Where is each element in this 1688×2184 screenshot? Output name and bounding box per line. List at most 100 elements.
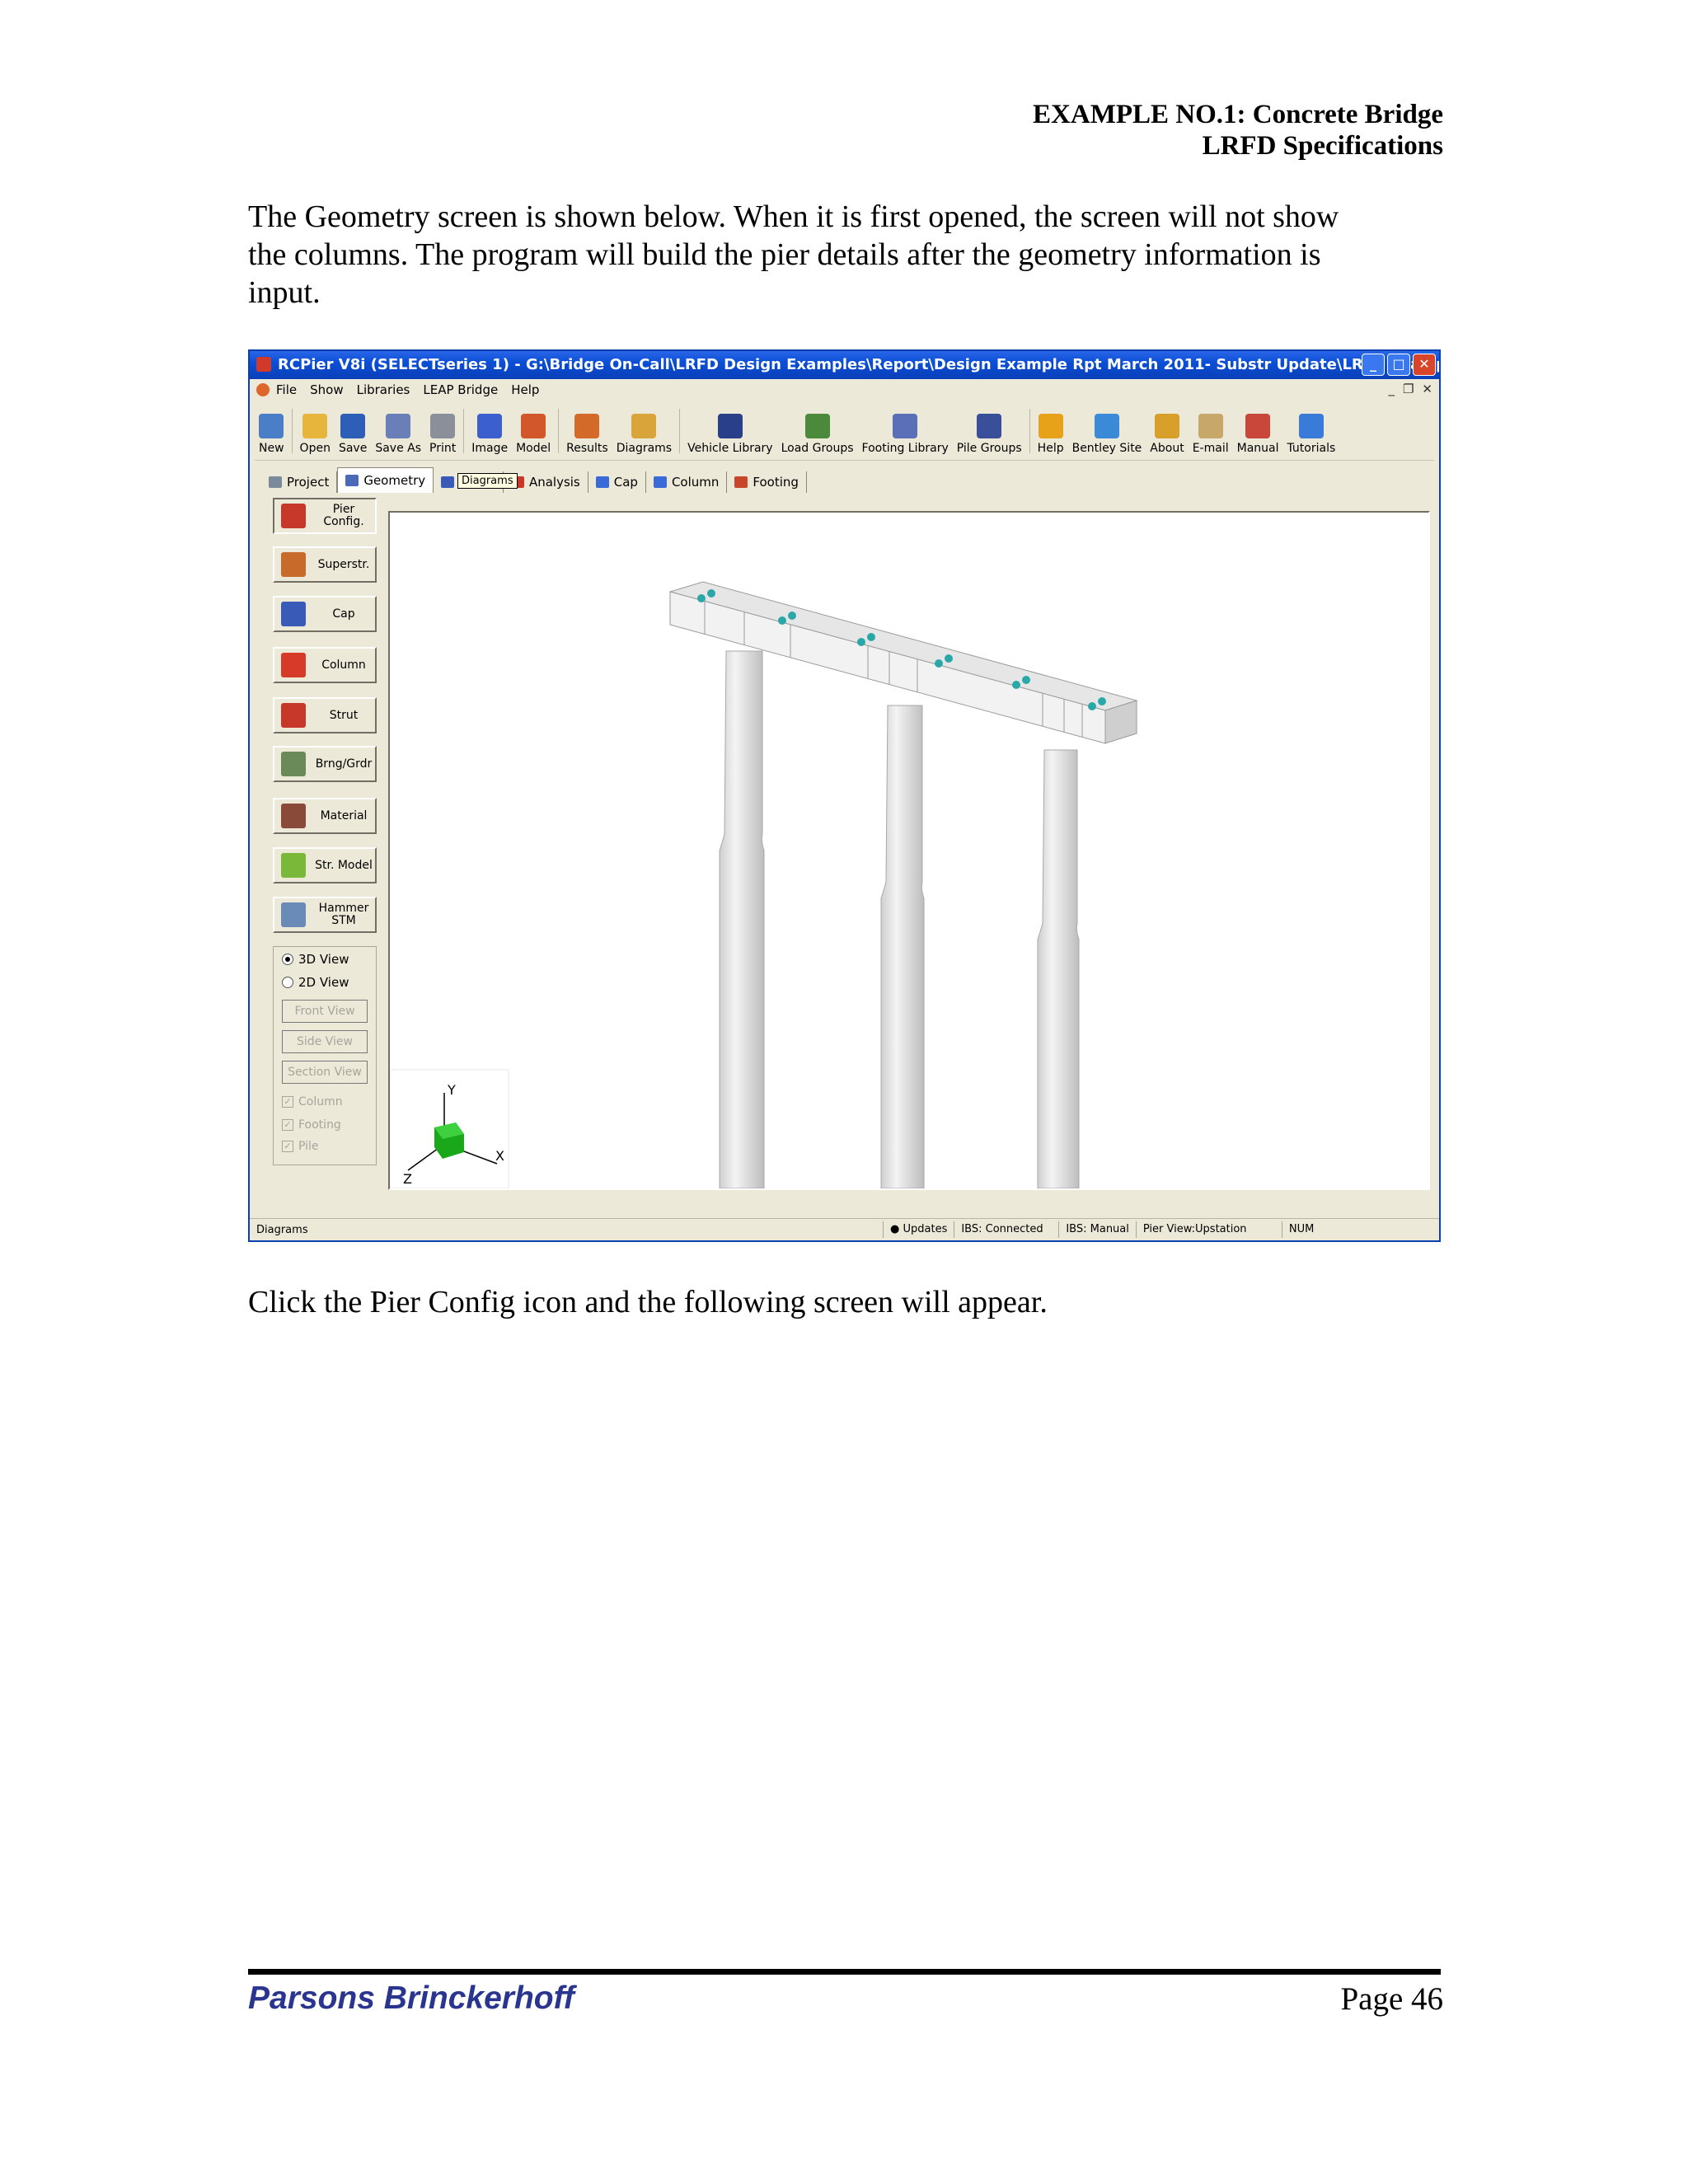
tab-cap[interactable]: Cap: [588, 471, 646, 493]
pile-groups-icon: [977, 414, 1002, 438]
app-icon: [256, 357, 271, 372]
save-disk-icon: [340, 414, 366, 438]
column-1: [719, 650, 765, 1188]
side-view-button[interactable]: Side View: [282, 1030, 368, 1053]
side-button-label: Str. Model: [315, 858, 373, 872]
menu-file[interactable]: File: [270, 382, 303, 397]
toolbar-footing-library-button[interactable]: Footing Library: [858, 402, 953, 460]
toolbar-e-mail-button[interactable]: E-mail: [1189, 402, 1233, 460]
toolbar-bentley-site-button[interactable]: Bentley Site: [1068, 402, 1146, 460]
toolbar-load-groups-button[interactable]: Load Groups: [777, 402, 858, 460]
status-pier-view: Pier View:Upstation: [1135, 1221, 1282, 1238]
toolbar-label: Help: [1037, 442, 1064, 455]
side-str-model-button[interactable]: Str. Model: [273, 847, 377, 883]
side-pier-config--button[interactable]: Pier Config.: [273, 498, 377, 534]
side-cap-button[interactable]: Cap: [273, 596, 377, 632]
maximize-button[interactable]: □: [1387, 354, 1410, 376]
toolbar-separator: [463, 409, 465, 453]
toolbar-separator: [291, 409, 293, 453]
column-2: [880, 705, 925, 1188]
geometry-icon: [345, 475, 359, 486]
radio-2d-dot: [282, 977, 293, 988]
window-titlebar[interactable]: RCPier V8i (SELECTseries 1) - G:\Bridge …: [250, 351, 1439, 379]
side-button-label: Hammer STM: [318, 902, 369, 927]
toolbar-label: E-mail: [1192, 442, 1229, 455]
axis-label-x: X: [495, 1148, 504, 1164]
tab-project[interactable]: Project: [261, 471, 338, 493]
side-strut-button[interactable]: Strut: [273, 697, 377, 733]
pile-checkbox[interactable]: ✓ Pile: [282, 1140, 319, 1153]
after-paragraph: Click the Pier Config icon and the follo…: [248, 1285, 1048, 1319]
toolbar-save-as-button[interactable]: Save As: [371, 402, 425, 460]
tab-label: Project: [287, 475, 330, 490]
menu-help[interactable]: Help: [504, 382, 546, 397]
toolbar-print-button[interactable]: Print: [425, 402, 460, 460]
toolbar-new-button[interactable]: New: [255, 402, 288, 460]
mdi-minimize-icon[interactable]: _: [1388, 382, 1395, 396]
side-hammer-stm-button[interactable]: Hammer STM: [273, 897, 377, 933]
toolbar-separator: [1029, 409, 1030, 453]
manual-book-icon: [1245, 414, 1271, 438]
column-checkbox[interactable]: ✓ Column: [282, 1095, 343, 1108]
column-check-icon: ✓: [282, 1096, 293, 1108]
side-superstr--button[interactable]: Superstr.: [273, 546, 377, 583]
close-button[interactable]: ✕: [1413, 354, 1436, 376]
toolbar-help-button[interactable]: Help: [1034, 402, 1068, 460]
toolbar-label: Results: [566, 442, 608, 455]
mdi-restore-icon[interactable]: ❐: [1403, 382, 1414, 396]
front-view-button[interactable]: Front View: [282, 1000, 368, 1023]
side-button-label: Cap: [332, 607, 355, 621]
side-column-button[interactable]: Column: [273, 647, 377, 683]
radio-3d-view[interactable]: 3D View: [282, 952, 349, 967]
column-icon: [653, 476, 667, 488]
section-view-button[interactable]: Section View: [282, 1061, 368, 1084]
menu-libraries[interactable]: Libraries: [350, 382, 417, 397]
column-side-icon: [281, 653, 306, 677]
toolbar-manual-button[interactable]: Manual: [1233, 402, 1283, 460]
image-cube-icon: [477, 414, 503, 438]
toolbar-about-button[interactable]: About: [1146, 402, 1188, 460]
menu-leap-bridge[interactable]: LEAP Bridge: [416, 382, 504, 397]
tab-column[interactable]: Column: [646, 471, 728, 493]
status-updates: ● Updates: [883, 1221, 954, 1238]
toolbar-vehicle-library-button[interactable]: Vehicle Library: [683, 402, 776, 460]
toolbar-pile-groups-button[interactable]: Pile Groups: [953, 402, 1026, 460]
document-menu-icon[interactable]: [256, 383, 270, 396]
toolbar-save-button[interactable]: Save: [335, 402, 371, 460]
toolbar-label: Model: [516, 442, 551, 455]
toolbar-tutorials-button[interactable]: Tutorials: [1282, 402, 1339, 460]
side-brng-grdr-button[interactable]: Brng/Grdr: [273, 746, 377, 782]
footing-checkbox[interactable]: ✓ Footing: [282, 1118, 341, 1132]
tab-footing[interactable]: Footing: [727, 471, 807, 493]
side-button-label: Pier Config.: [323, 503, 364, 528]
toolbar-label: Print: [429, 442, 457, 455]
toolbar-label: Save As: [375, 442, 422, 455]
tab-geometry[interactable]: Geometry: [337, 467, 434, 493]
superstructure-icon: [281, 552, 306, 577]
mdi-close-icon[interactable]: ✕: [1422, 382, 1432, 396]
radio-2d-view[interactable]: 2D View: [282, 975, 349, 990]
status-ibs-connected: IBS: Connected: [954, 1221, 1058, 1238]
toolbar-label: Save: [338, 442, 368, 455]
email-icon: [1198, 414, 1223, 438]
toolbar-image-button[interactable]: Image: [467, 402, 512, 460]
window-controls: _ □ ✕: [1362, 354, 1436, 376]
minimize-button[interactable]: _: [1362, 354, 1385, 376]
menu-show[interactable]: Show: [303, 382, 349, 397]
pier-columns: [719, 650, 1080, 1188]
toolbar-separator: [558, 409, 560, 453]
toolbar-results-button[interactable]: Results: [562, 402, 612, 460]
side-material-button[interactable]: Material: [273, 798, 377, 834]
side-button-label: Brng/Grdr: [315, 757, 373, 771]
side-button-label: Strut: [329, 708, 359, 722]
3d-model-canvas[interactable]: Y X Z: [388, 511, 1430, 1190]
side-button-label: Material: [320, 808, 368, 823]
intro-line-3: input.: [248, 275, 321, 310]
pile-check-icon: ✓: [282, 1141, 293, 1152]
toolbar-diagrams-button[interactable]: Diagrams: [612, 402, 676, 460]
toolbar-label: Load Groups: [781, 442, 854, 455]
toolbar-label: Image: [471, 442, 509, 455]
geometry-side-panel: 3D View 2D View Front View Side View Sec…: [260, 494, 377, 1210]
toolbar-open-button[interactable]: Open: [296, 402, 335, 460]
toolbar-model-button[interactable]: Model: [512, 402, 555, 460]
